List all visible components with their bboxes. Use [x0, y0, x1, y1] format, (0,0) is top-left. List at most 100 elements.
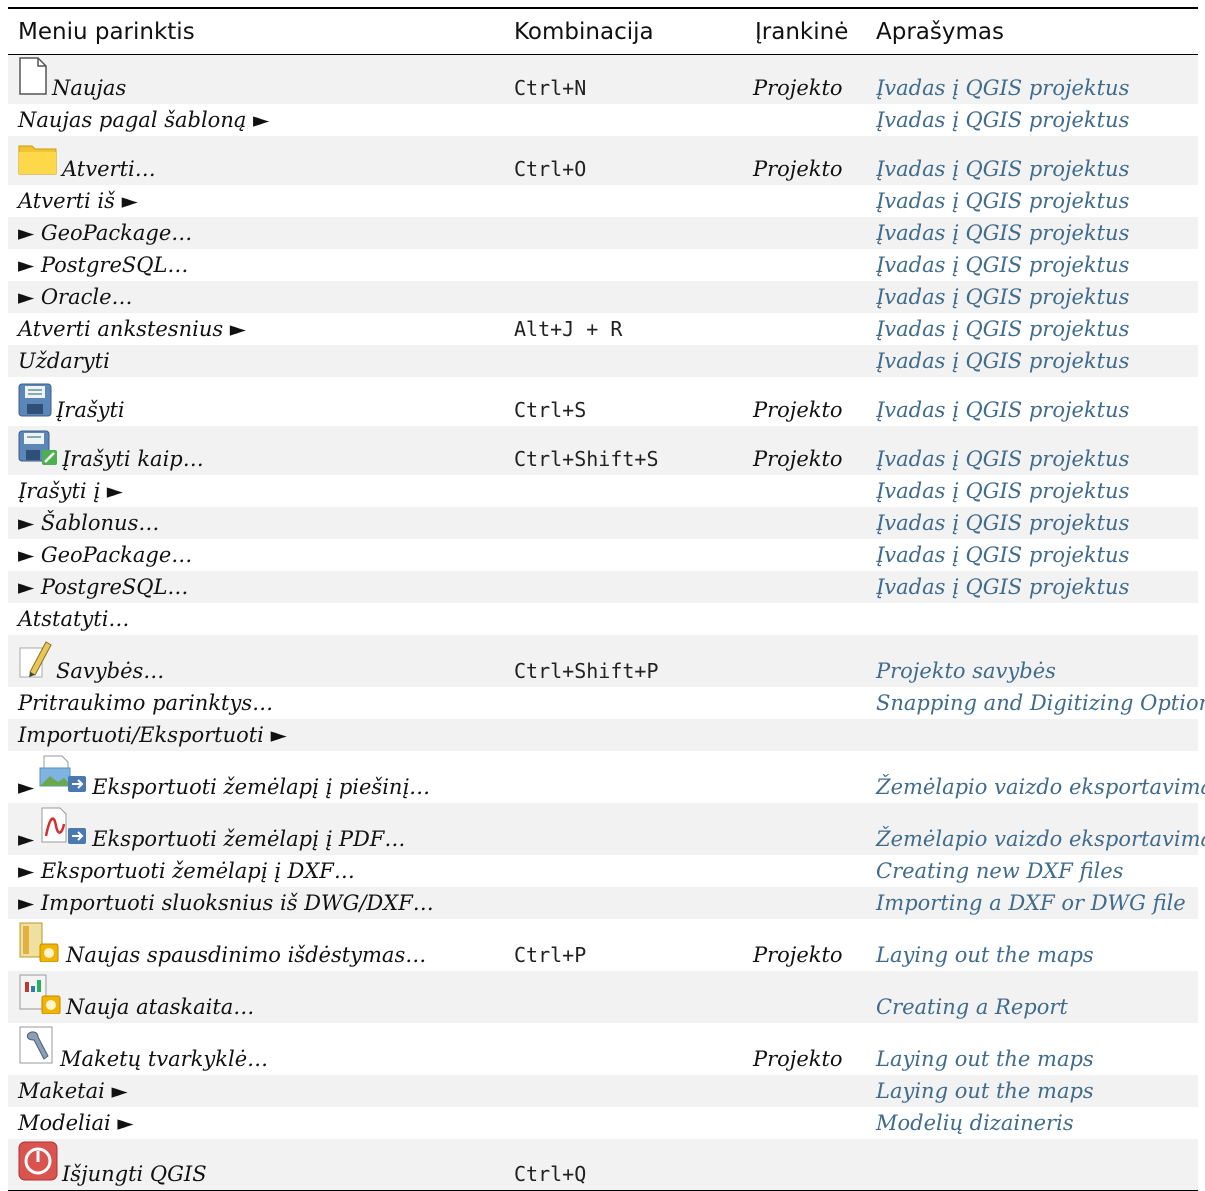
- menu-item-label: Naujas pagal šabloną ►: [18, 107, 270, 132]
- menu-item: Naujas pagal šabloną ►: [18, 108, 269, 132]
- toolbar-cell: Projekto: [745, 54, 866, 104]
- menu-option-cell: Atstatyti…: [8, 603, 504, 635]
- shortcut-cell: Ctrl+O: [504, 135, 745, 185]
- folder-icon: [18, 140, 58, 181]
- menu-item-label: Eksportuoti žemėlapį į PDF…: [92, 826, 406, 851]
- menu-option-cell: ► GeoPackage…: [8, 539, 504, 571]
- description-link[interactable]: Laying out the maps: [876, 1079, 1094, 1103]
- description-link[interactable]: Creating new DXF files: [876, 859, 1123, 883]
- toolbar-cell: [745, 802, 866, 855]
- table-row: ► Oracle… Įvadas į QGIS projektus: [8, 280, 1198, 313]
- menu-item: Atverti iš ►: [18, 189, 138, 213]
- menu-option-cell: ► Importuoti sluoksnius iš DWG/DXF…: [8, 886, 504, 919]
- description-cell: Įvadas į QGIS projektus: [866, 135, 1198, 185]
- menu-item-label: Naujas spausdinimo išdėstymas…: [66, 942, 427, 967]
- description-link[interactable]: Įvadas į QGIS projektus: [876, 157, 1129, 181]
- menu-item: ► Eksportuoti žemėlapį į piešinį…: [18, 754, 430, 799]
- description-link[interactable]: Modelių dizaineris: [876, 1111, 1074, 1135]
- menu-item-label: Pritraukimo parinktys…: [18, 690, 274, 715]
- toolbar-cell: [745, 1138, 866, 1191]
- header-toolbar: Įrankinė: [745, 7, 866, 55]
- description-link[interactable]: Creating a Report: [876, 995, 1068, 1019]
- description-link[interactable]: Laying out the maps: [876, 1047, 1094, 1071]
- menu-item-label: Įrašyti kaip…: [62, 446, 204, 471]
- description-link[interactable]: Įvadas į QGIS projektus: [876, 543, 1129, 567]
- description-link[interactable]: Įvadas į QGIS projektus: [876, 253, 1129, 277]
- menu-item: Maketai ►: [18, 1079, 128, 1103]
- description-link[interactable]: Laying out the maps: [876, 943, 1094, 967]
- toolbar-cell: [745, 313, 866, 345]
- toolbar-cell: [745, 249, 866, 281]
- menu-option-cell: Išjungti QGIS: [8, 1138, 504, 1191]
- description-cell: Laying out the maps: [866, 1023, 1198, 1075]
- menu-item-label: Savybės…: [56, 658, 165, 683]
- description-link[interactable]: Įvadas į QGIS projektus: [876, 285, 1129, 309]
- menu-option-cell: Importuoti/Eksportuoti ►: [8, 718, 504, 751]
- description-link[interactable]: Žemėlapio vaizdo eksportavimas: [876, 775, 1205, 799]
- menu-option-cell: Naujas spausdinimo išdėstymas…: [8, 919, 504, 971]
- shortcut: Ctrl+N: [514, 75, 587, 100]
- description-link[interactable]: Įvadas į QGIS projektus: [876, 447, 1129, 471]
- menu-option-cell: Savybės…: [8, 634, 504, 687]
- toolbar-cell: [745, 570, 866, 603]
- shortcut-cell: [504, 249, 745, 281]
- menu-item: ► Importuoti sluoksnius iš DWG/DXF…: [18, 891, 434, 915]
- description-link[interactable]: Įvadas į QGIS projektus: [876, 479, 1129, 503]
- shortcut-cell: [504, 104, 745, 136]
- table-row: Atverti iš ► Įvadas į QGIS projektus: [8, 185, 1198, 217]
- toolbar-cell: Projekto: [745, 919, 866, 971]
- menu-item-label: Atstatyti…: [18, 606, 130, 631]
- description-cell: Creating a Report: [866, 970, 1198, 1023]
- shortcut-cell: [504, 802, 745, 855]
- shortcut-cell: [504, 970, 745, 1023]
- description-link[interactable]: Įvadas į QGIS projektus: [876, 189, 1129, 213]
- shortcuts-table-container: Meniu parinktis Kombinacija Įrankinė Apr…: [8, 7, 1205, 1191]
- table-row: Importuoti/Eksportuoti ►: [8, 718, 1198, 751]
- table-row: Išjungti QGIS Ctrl+Q: [8, 1138, 1198, 1191]
- description-link[interactable]: Įvadas į QGIS projektus: [876, 511, 1129, 535]
- menu-item: ► GeoPackage…: [18, 221, 192, 245]
- menu-item-label: Maketų tvarkyklė…: [60, 1046, 269, 1071]
- menu-option-cell: Atverti iš ►: [8, 185, 504, 217]
- menu-option-cell: Pritraukimo parinktys…: [8, 687, 504, 719]
- toolbar-name: Projekto: [753, 942, 843, 967]
- toolbar-cell: [745, 1074, 866, 1107]
- toolbar-cell: [745, 506, 866, 539]
- description-cell: Įvadas į QGIS projektus: [866, 216, 1198, 249]
- menu-item-label: Uždaryti: [18, 348, 110, 373]
- description-link[interactable]: Įvadas į QGIS projektus: [876, 317, 1129, 341]
- menu-item: Uždaryti: [18, 349, 110, 373]
- description-link[interactable]: Įvadas į QGIS projektus: [876, 349, 1129, 373]
- menu-option-cell: Įrašyti: [8, 377, 504, 426]
- header-description: Aprašymas: [866, 7, 1198, 55]
- description-link[interactable]: Snapping and Digitizing Options: [876, 691, 1205, 715]
- toolbar-name: Projekto: [753, 397, 843, 422]
- menu-item-label: Maketai ►: [18, 1078, 128, 1103]
- menu-option-cell: ► Oracle…: [8, 280, 504, 313]
- description-link[interactable]: Įvadas į QGIS projektus: [876, 76, 1129, 100]
- table-row: Naujas Ctrl+N Projekto Įvadas į QGIS projek…: [8, 54, 1198, 104]
- description-cell: Įvadas į QGIS projektus: [866, 377, 1198, 426]
- description-link[interactable]: Importing a DXF or DWG file: [876, 891, 1186, 915]
- description-link[interactable]: Žemėlapio vaizdo eksportavimas: [876, 827, 1205, 851]
- menu-option-cell: Atverti…: [8, 135, 504, 185]
- description-link[interactable]: Įvadas į QGIS projektus: [876, 221, 1129, 245]
- description-link[interactable]: Projekto savybės: [876, 659, 1056, 683]
- description-cell: Įvadas į QGIS projektus: [866, 475, 1198, 507]
- menu-option-cell: ► GeoPackage…: [8, 216, 504, 249]
- menu-item-label: Naujas: [52, 75, 127, 100]
- menu-item: ► Eksportuoti žemėlapį į PDF…: [18, 806, 405, 851]
- menu-item-label: Eksportuoti žemėlapį į piešinį…: [92, 774, 431, 799]
- menu-item: ► Eksportuoti žemėlapį į DXF…: [18, 859, 355, 883]
- description-cell: Laying out the maps: [866, 1074, 1198, 1107]
- description-link[interactable]: Įvadas į QGIS projektus: [876, 398, 1129, 422]
- menu-item-label: Išjungti QGIS: [62, 1162, 207, 1186]
- description-link[interactable]: Įvadas į QGIS projektus: [876, 575, 1129, 599]
- shortcut-cell: [504, 539, 745, 571]
- menu-option-cell: Modeliai ►: [8, 1107, 504, 1139]
- toolbar-name: Projekto: [753, 75, 843, 100]
- menu-item-label: Modeliai ►: [18, 1110, 134, 1135]
- description-link[interactable]: Įvadas į QGIS projektus: [876, 108, 1129, 132]
- table-row: ► Eksportuoti žemėlapį į DXF… Creating ne…: [8, 855, 1198, 887]
- save-as-icon: [18, 430, 58, 471]
